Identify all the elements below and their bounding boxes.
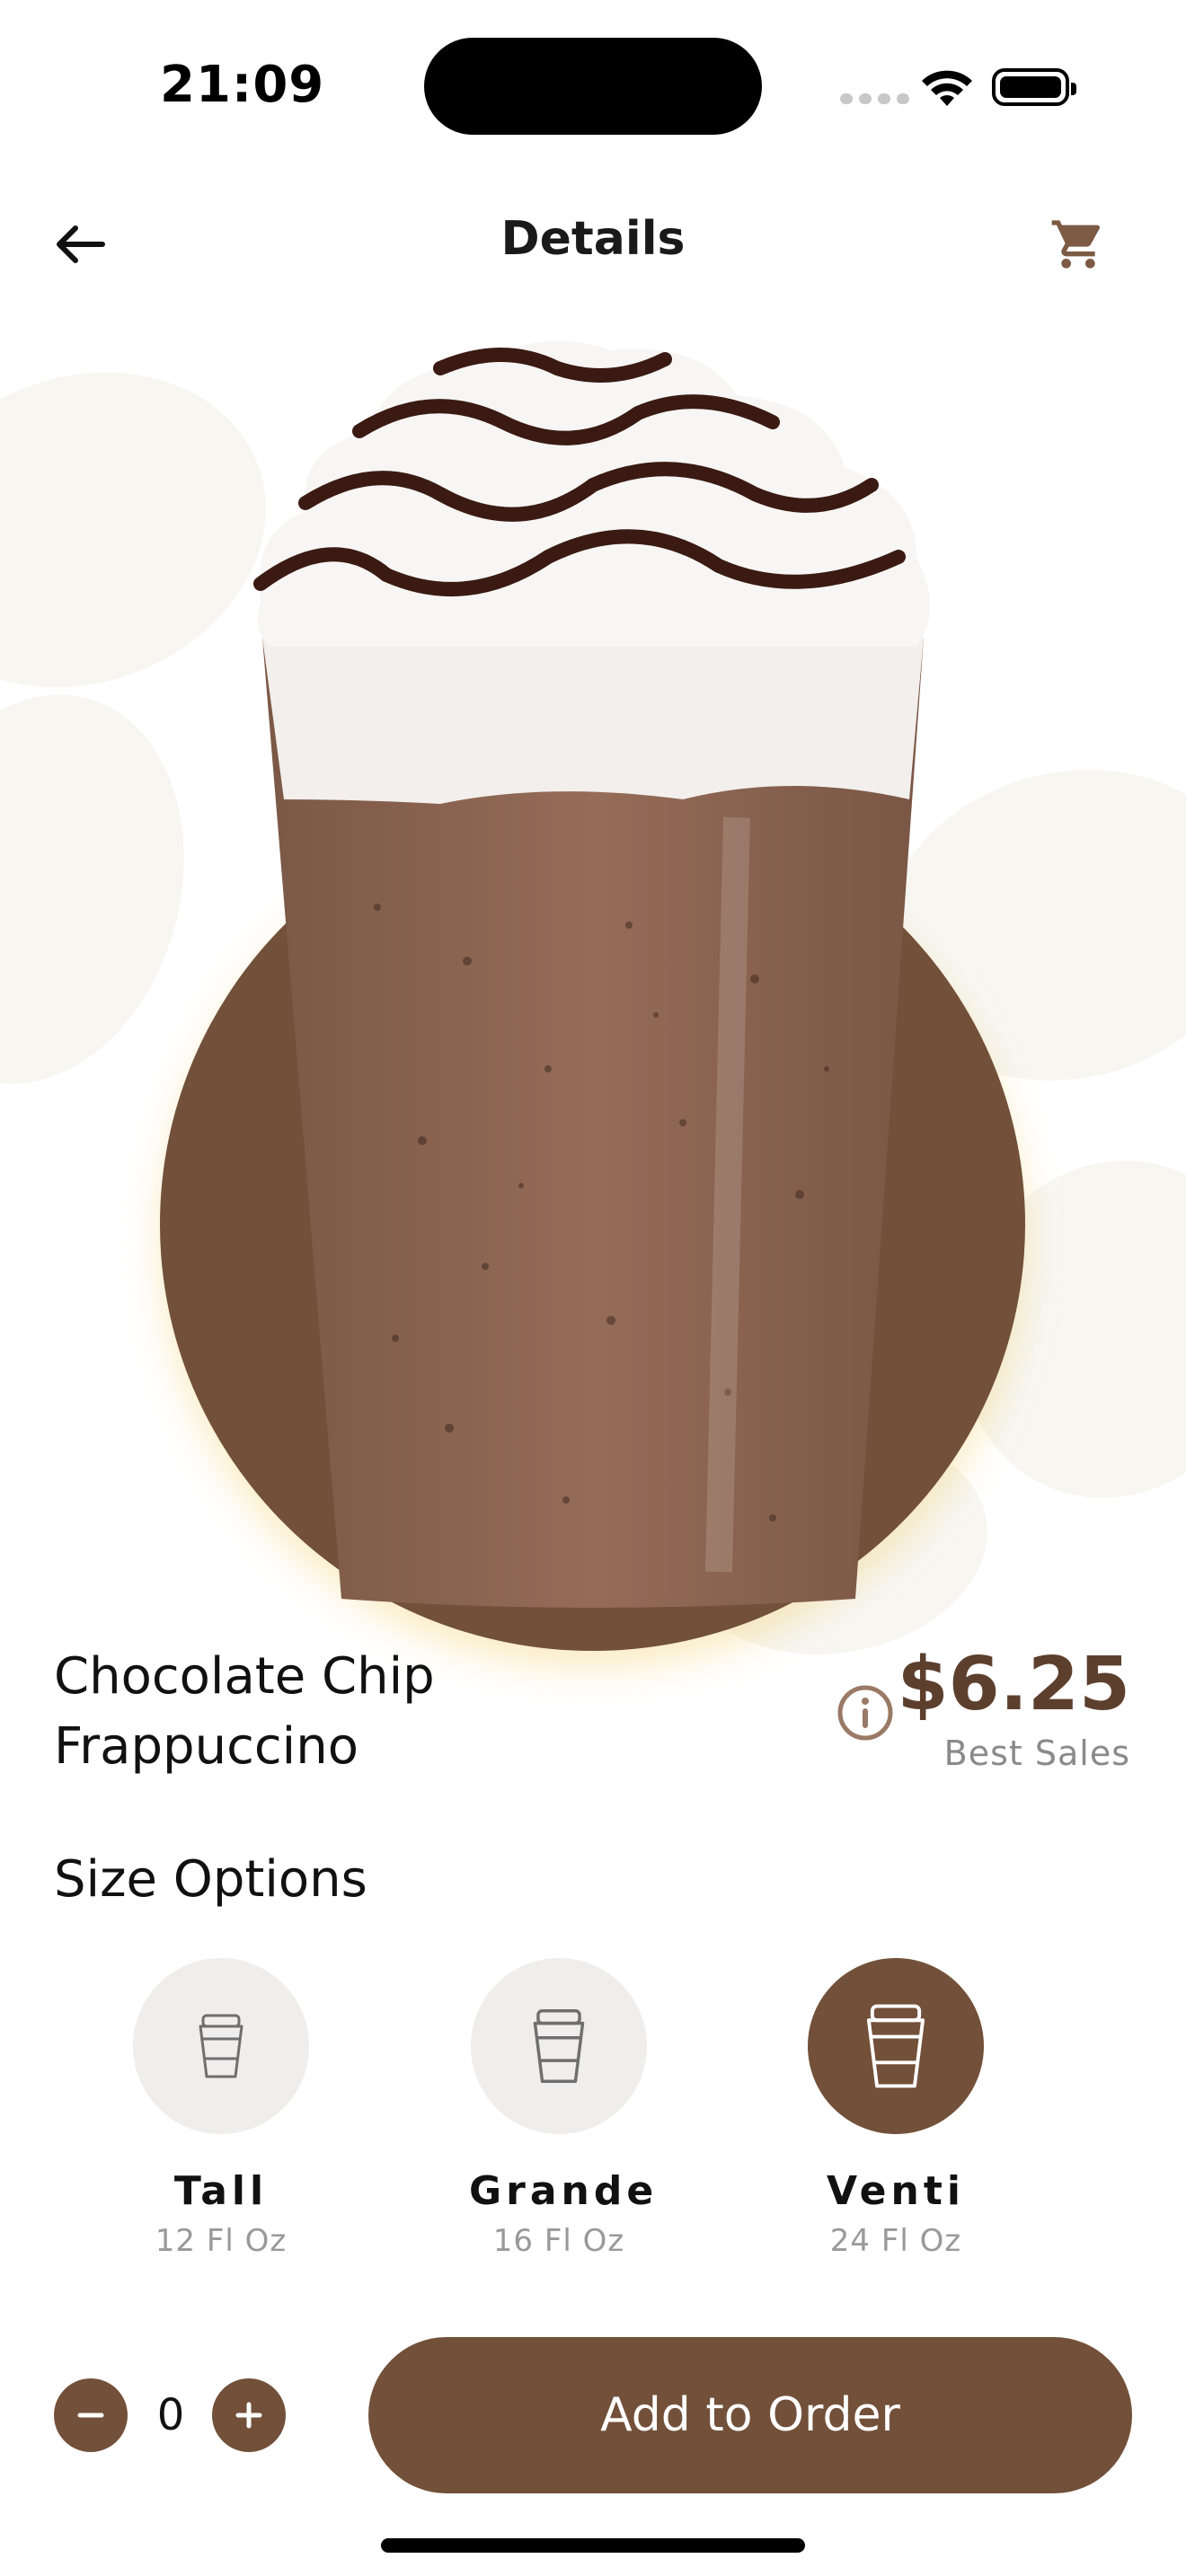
product-name: Chocolate Chip Frappuccino <box>54 1642 593 1782</box>
battery-icon <box>992 68 1076 106</box>
size-label: Grande <box>469 2168 659 2214</box>
cup-icon <box>533 2009 585 2083</box>
size-options-title: Size Options <box>54 1850 367 1909</box>
size-disc[interactable] <box>133 1958 309 2134</box>
info-icon[interactable] <box>836 1683 895 1742</box>
add-to-order-button[interactable]: Add to Order <box>368 2337 1132 2493</box>
product-name-line-2: Frappuccino <box>54 1717 358 1776</box>
product-image <box>252 332 934 1611</box>
cart-button[interactable] <box>1042 208 1114 280</box>
best-sales-label: Best Sales <box>943 1734 1130 1773</box>
size-volume: 16 Fl Oz <box>492 2223 625 2259</box>
plus-icon <box>235 2402 262 2429</box>
status-time: 21:09 <box>160 56 325 114</box>
dynamic-island <box>424 38 762 135</box>
minus-icon <box>77 2413 104 2418</box>
cart-icon <box>1051 220 1101 269</box>
decrease-quantity-button[interactable] <box>54 2378 128 2452</box>
size-disc[interactable] <box>471 1958 647 2134</box>
size-disc[interactable] <box>808 1958 984 2134</box>
size-volume: 24 Fl Oz <box>829 2223 962 2259</box>
quantity-value: 0 <box>156 2390 185 2440</box>
wifi-icon <box>918 66 976 113</box>
increase-quantity-button[interactable] <box>212 2378 286 2452</box>
cup-icon <box>199 2014 243 2078</box>
cup-icon <box>866 2004 925 2088</box>
size-option-tall[interactable]: Tall 12 Fl Oz <box>131 1958 311 2259</box>
product-name-line-1: Chocolate Chip <box>54 1647 435 1706</box>
size-volume: 12 Fl Oz <box>155 2223 288 2259</box>
home-indicator <box>381 2538 805 2553</box>
size-option-grande[interactable]: Grande 16 Fl Oz <box>469 1958 659 2259</box>
size-option-venti[interactable]: Venti 24 Fl Oz <box>806 1958 986 2259</box>
page-title: Details <box>500 212 686 266</box>
coffee-bean-decoration <box>0 661 226 1117</box>
size-label: Venti <box>827 2168 965 2214</box>
size-label: Tall <box>173 2168 269 2214</box>
cellular-signal-icon <box>840 93 909 104</box>
product-price: $6.25 <box>897 1642 1130 1727</box>
